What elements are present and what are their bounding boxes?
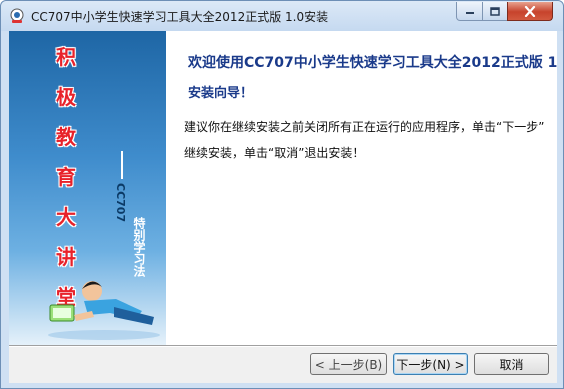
maximize-icon	[490, 6, 500, 16]
banner-char: 积	[56, 45, 76, 69]
client-area: 积 极 教 育 大 讲 堂 CC707 特别学习法 欢迎使用CC707中小学生快	[9, 31, 557, 383]
banner-divider	[121, 151, 123, 179]
minimize-icon	[465, 12, 474, 14]
back-button[interactable]: < 上一步(B)	[310, 353, 387, 375]
welcome-title: 欢迎使用CC707中小学生快速学习工具大全2012正式版 1.0	[188, 55, 557, 71]
welcome-body: 建议你在继续安装之前关闭所有正在运行的应用程序，单击“下一步” 继续安装，单击“…	[184, 114, 554, 166]
window-title: CC707中小学生快速学习工具大全2012正式版 1.0安装	[31, 10, 329, 24]
next-button[interactable]: 下一步(N) >	[393, 353, 468, 375]
minimize-button[interactable]	[456, 2, 483, 21]
maximize-button[interactable]	[482, 2, 508, 21]
welcome-subtitle: 安装向导！	[188, 86, 254, 101]
side-banner: 积 极 教 育 大 讲 堂 CC707 特别学习法	[9, 31, 166, 345]
banner-char: 极	[56, 85, 76, 109]
body-line: 建议你在继续安装之前关闭所有正在运行的应用程序，单击“下一步”	[184, 120, 545, 134]
banner-char: 大	[56, 205, 76, 229]
banner-tag-2: 特别学习法	[132, 217, 146, 277]
title-bar[interactable]: CC707中小学生快速学习工具大全2012正式版 1.0安装	[1, 1, 563, 31]
installer-window: CC707中小学生快速学习工具大全2012正式版 1.0安装 积 极 教 育 大…	[0, 0, 564, 389]
app-icon	[10, 8, 24, 23]
cancel-button[interactable]: 取消	[474, 353, 549, 375]
banner-tag: CC707	[114, 183, 127, 223]
close-button[interactable]	[507, 2, 553, 21]
kid-illustration	[48, 281, 160, 340]
banner-char: 育	[56, 165, 76, 189]
banner-char: 讲	[56, 245, 76, 269]
footer-separator	[9, 345, 557, 347]
close-icon	[524, 5, 536, 17]
body-line: 继续安装，单击“取消”退出安装！	[184, 146, 365, 160]
welcome-panel: 欢迎使用CC707中小学生快速学习工具大全2012正式版 1.0 安装向导！ 建…	[166, 31, 557, 345]
banner-char: 教	[56, 125, 76, 149]
